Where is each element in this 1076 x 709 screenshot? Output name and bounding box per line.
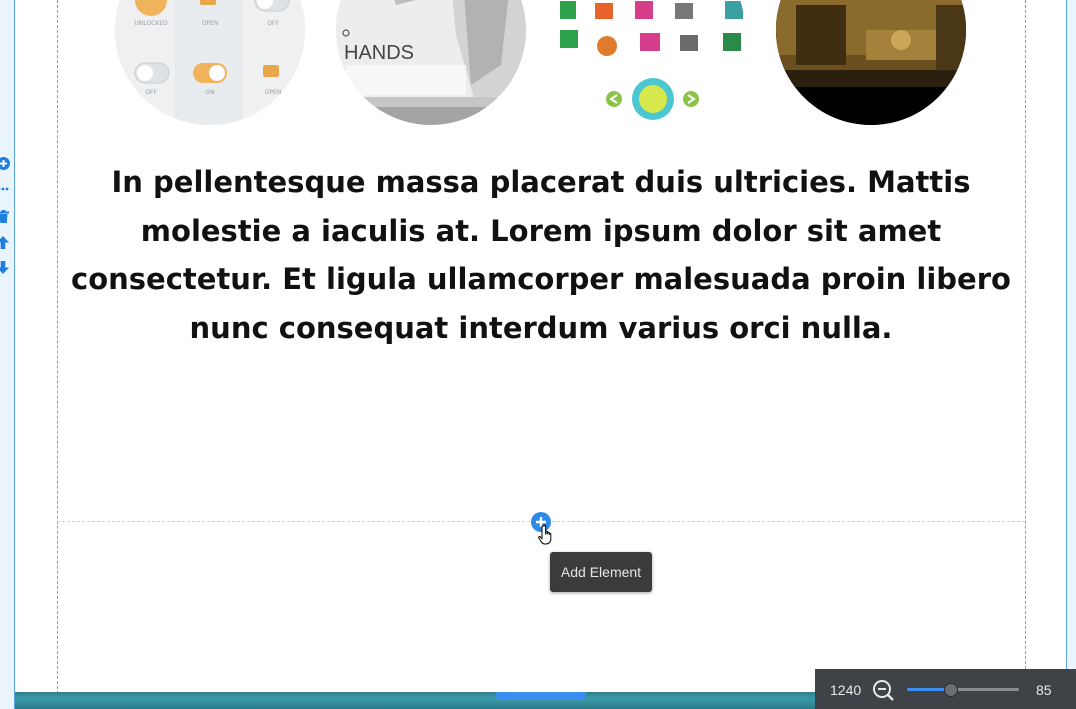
switch-label-4: OFF [145,89,157,96]
zoom-slider[interactable] [907,683,1019,697]
content-guide-left [57,0,58,709]
zoom-slider-thumb[interactable] [943,683,958,697]
right-editor-rail [1066,0,1076,709]
image-circle-vintage-room[interactable] [776,0,966,125]
hands-caption: HANDS [344,42,414,64]
zoom-level-readout: 85 [1036,682,1052,698]
more-options-icon[interactable] [0,182,10,196]
canvas-width-readout: 1240 [830,682,862,698]
add-element-tooltip: Add Element [550,552,652,592]
switch-label-2: OPEN [202,20,219,27]
move-section-down-icon[interactable] [0,260,10,274]
section-resize-handle[interactable] [496,692,586,700]
content-guide-right [1025,0,1026,709]
add-section-icon[interactable] [0,156,10,170]
image-circle-switch-panel[interactable]: UNLOCKED OPEN OFF OFF ON OPEN [115,0,305,125]
image-circle-hands-sketch[interactable]: HANDS [336,0,526,125]
switch-label-6: OPEN [265,89,282,96]
switch-label-3: OFF [267,20,279,27]
left-editor-rail [0,0,15,709]
delete-section-icon[interactable] [0,209,10,223]
switch-label-1: UNLOCKED [134,20,168,27]
zoom-toolbar: 1240 85 [815,669,1076,709]
image-circle-picture-cards[interactable] [555,0,745,125]
switch-label-5: ON [205,89,214,96]
zoom-out-icon[interactable] [872,679,894,701]
hero-paragraph: In pellentesque massa placerat duis ultr… [71,165,1011,345]
move-section-up-icon[interactable] [0,235,10,249]
hand-pointer-icon [538,524,552,545]
